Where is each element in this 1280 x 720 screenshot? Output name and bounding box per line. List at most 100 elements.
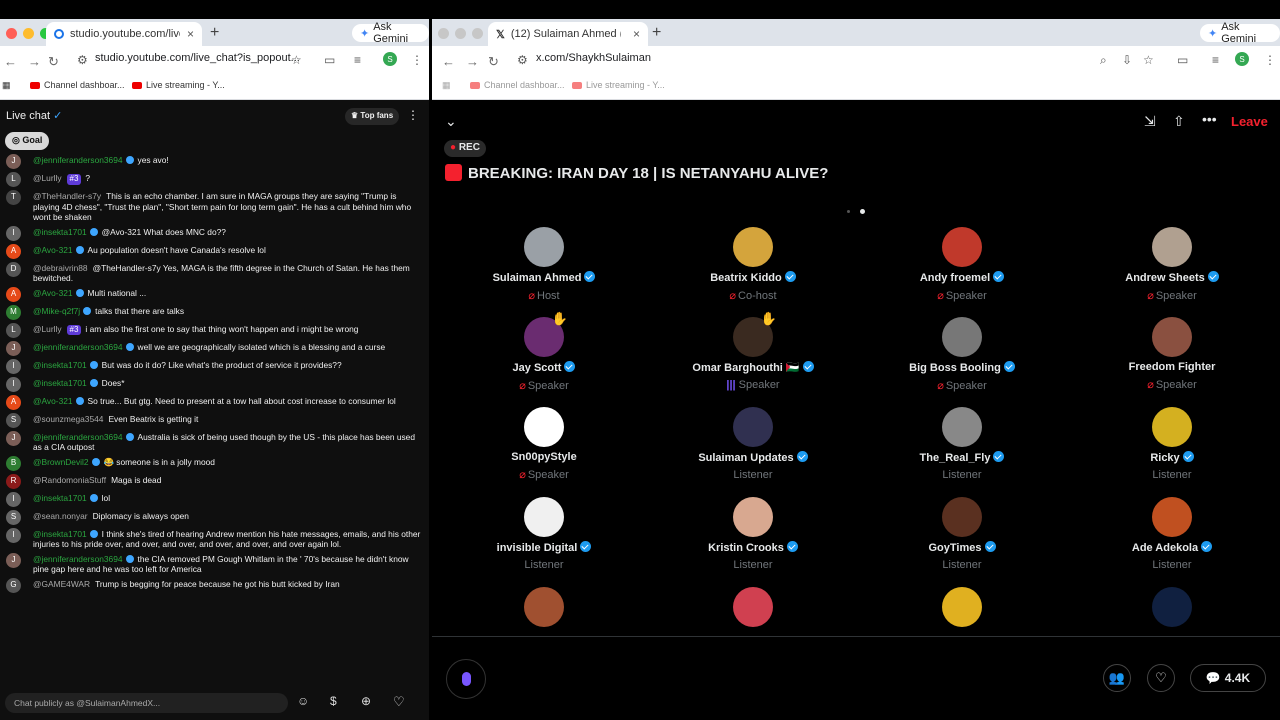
participant-avatar[interactable] [942, 227, 982, 267]
chat-message[interactable]: J @jenniferanderson3694 well we are geogra… [0, 340, 429, 358]
participant-avatar[interactable] [1152, 497, 1192, 537]
participant[interactable]: Freedom Fighter ⌀ Speaker [1072, 317, 1272, 391]
reactions-button[interactable]: ♡ [1147, 664, 1175, 692]
participant[interactable]: Beatrix Kiddo ⌀ Co-host [653, 227, 853, 302]
participant-avatar[interactable] [733, 587, 773, 627]
chat-message[interactable]: L @Lurlly #3? [0, 171, 429, 189]
participant[interactable]: Kristin Crooks Listener [653, 497, 853, 571]
cast-icon[interactable]: ▭ [1177, 53, 1188, 67]
participant-avatar[interactable] [1152, 407, 1192, 447]
participant[interactable]: Andy froemel ⌀ Speaker [862, 227, 1062, 302]
back-icon[interactable]: ← [442, 54, 455, 69]
avatar[interactable]: L [6, 172, 21, 187]
site-settings-icon[interactable]: ⚙ [77, 53, 88, 67]
chat-message[interactable]: I @insekta1701 Does* [0, 376, 429, 394]
chat-message[interactable]: I @insekta1701 But was do it do? Like what… [0, 358, 429, 376]
close-window-button[interactable] [438, 28, 449, 39]
avatar[interactable]: M [6, 304, 21, 320]
avatar[interactable]: A [6, 394, 21, 410]
install-icon[interactable]: ⇩ [1122, 53, 1132, 67]
participant[interactable]: Sulaiman Updates Listener [653, 407, 853, 481]
cast-icon[interactable]: ▭ [324, 53, 335, 67]
avatar[interactable]: B [6, 455, 21, 471]
participant[interactable]: Ricky Listener [1072, 407, 1272, 481]
bookmark-live-streaming[interactable]: Live streaming - Y... [572, 80, 665, 90]
close-tab-icon[interactable]: × [187, 27, 194, 41]
window-controls[interactable] [6, 28, 51, 39]
chat-message[interactable]: I @insekta1701 @Avo-321 What does MNC do?? [0, 225, 429, 243]
participant-avatar[interactable] [942, 317, 982, 357]
browser-tab[interactable]: studio.youtube.com/live_chat? × [46, 22, 202, 46]
message-author[interactable]: @Avo-321 [33, 288, 73, 298]
avatar[interactable]: J [6, 430, 21, 446]
maximize-window-button[interactable] [472, 28, 483, 39]
chat-title[interactable]: Live chat ✓ [6, 109, 62, 122]
message-author[interactable]: @TheHandler-s7y [33, 191, 101, 201]
avatar[interactable]: I [6, 225, 21, 241]
message-author[interactable]: @jenniferanderson3694 [33, 432, 123, 442]
message-author[interactable]: @GAME4WAR [33, 579, 90, 589]
avatar[interactable]: R [6, 473, 21, 489]
participant[interactable]: Andrew Sheets ⌀ Speaker [1072, 227, 1272, 302]
message-author[interactable]: @debraivrin88 [33, 263, 88, 273]
message-author[interactable]: @sounzmega3544 [33, 414, 103, 424]
window-controls[interactable] [438, 28, 483, 39]
more-options-icon[interactable]: ⋮ [407, 108, 419, 122]
profile-avatar[interactable]: S [1235, 52, 1249, 66]
new-tab-button[interactable]: + [652, 24, 661, 42]
people-button[interactable]: 👥 [1103, 664, 1131, 692]
chat-message[interactable]: S @sean.nonyar Diplomacy is always open [0, 509, 429, 527]
participant[interactable]: ✋ Jay Scott ⌀ Speaker [444, 311, 644, 392]
extensions-icon[interactable]: ≡ [354, 53, 361, 67]
apps-icon[interactable]: ▦ [442, 80, 451, 91]
avatar[interactable]: I [6, 376, 21, 392]
chat-message[interactable]: T @TheHandler-s7y This is an echo chamber.… [0, 189, 429, 225]
message-author[interactable]: @jenniferanderson3694 [33, 554, 123, 564]
participant[interactable]: ✋ Omar Barghouthi 🇵🇸 ||| Speaker [653, 311, 853, 391]
participant-avatar[interactable] [942, 407, 982, 447]
chat-message[interactable]: B @BrownDevil2 😂 someone is in a jolly moo… [0, 455, 429, 473]
extensions-icon[interactable]: ≡ [1212, 53, 1219, 67]
participant[interactable] [1072, 587, 1272, 627]
chat-message[interactable]: I @insekta1701 I think she's tired of hear… [0, 527, 429, 552]
avatar[interactable]: I [6, 491, 21, 507]
participant-avatar[interactable] [524, 587, 564, 627]
minimize-window-button[interactable] [23, 28, 34, 39]
participant[interactable] [862, 587, 1062, 627]
participant[interactable]: Sn00pyStyle ⌀ Speaker [444, 407, 644, 481]
zoom-icon[interactable]: ⌕ [1100, 53, 1107, 68]
forward-icon[interactable]: → [466, 54, 479, 69]
chevron-down-icon[interactable]: ✓ [53, 110, 62, 122]
message-author[interactable]: @Lurlly [33, 173, 62, 183]
heart-icon[interactable]: ♡ [393, 694, 405, 710]
avatar[interactable]: A [6, 286, 21, 302]
collapse-chevron-icon[interactable]: ⌄ [445, 113, 457, 130]
avatar[interactable]: J [6, 340, 21, 356]
participant[interactable] [653, 587, 853, 627]
chat-message[interactable]: J @jenniferanderson3694 the CIA removed PM… [0, 552, 429, 577]
message-author[interactable]: @Avo-321 [33, 396, 73, 406]
bookmark-channel-dashboard[interactable]: Channel dashboar... [30, 80, 125, 90]
participant[interactable]: invisible Digital Listener [444, 497, 644, 571]
mic-request-button[interactable] [446, 659, 486, 699]
chat-message[interactable]: A @Avo-321 Multi national ... [0, 286, 429, 304]
message-author[interactable]: @insekta1701 [33, 360, 87, 370]
message-author[interactable]: @BrownDevil2 [33, 457, 89, 467]
bookmark-channel-dashboard[interactable]: Channel dashboar... [470, 80, 565, 90]
page-dot[interactable] [847, 210, 850, 213]
participant-avatar[interactable] [524, 227, 564, 267]
participant[interactable]: Ade Adekola Listener [1072, 497, 1272, 571]
participant[interactable]: The_Real_Fly Listener [862, 407, 1062, 481]
bookmark-live-streaming[interactable]: Live streaming - Y... [132, 80, 225, 90]
avatar[interactable]: L [6, 322, 21, 338]
bookmark-star-icon[interactable]: ☆ [1143, 53, 1154, 67]
avatar[interactable]: T [6, 190, 21, 205]
bookmark-star-icon[interactable]: ☆ [291, 53, 302, 67]
avatar[interactable]: S [6, 509, 21, 525]
participant[interactable]: GoyTimes Listener [862, 497, 1062, 571]
avatar[interactable]: J [6, 154, 21, 169]
chat-message[interactable]: A @Avo-321 Au population doesn't have Cana… [0, 243, 429, 261]
share-icon[interactable]: ⇧ [1173, 113, 1185, 130]
close-tab-icon[interactable]: × [633, 27, 640, 41]
participant-avatar[interactable] [733, 227, 773, 267]
